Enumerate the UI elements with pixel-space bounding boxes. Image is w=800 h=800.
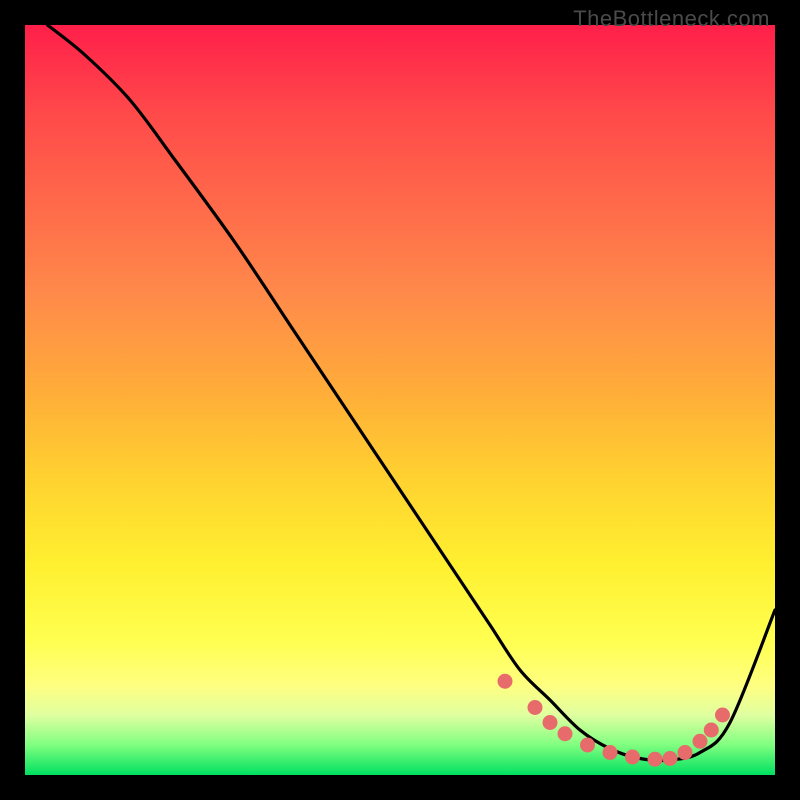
marker-dot: [558, 726, 573, 741]
marker-dot: [528, 700, 543, 715]
watermark-text: TheBottleneck.com: [573, 6, 770, 32]
marker-group: [498, 674, 731, 767]
marker-dot: [625, 750, 640, 765]
chart-plot: [25, 25, 775, 775]
marker-dot: [648, 752, 663, 767]
marker-dot: [580, 738, 595, 753]
bottleneck-curve: [48, 25, 776, 760]
marker-dot: [603, 745, 618, 760]
chart-frame: [25, 25, 775, 775]
marker-dot: [704, 723, 719, 738]
marker-dot: [498, 674, 513, 689]
marker-dot: [715, 708, 730, 723]
marker-dot: [663, 751, 678, 766]
marker-dot: [693, 734, 708, 749]
marker-dot: [678, 745, 693, 760]
marker-dot: [543, 715, 558, 730]
